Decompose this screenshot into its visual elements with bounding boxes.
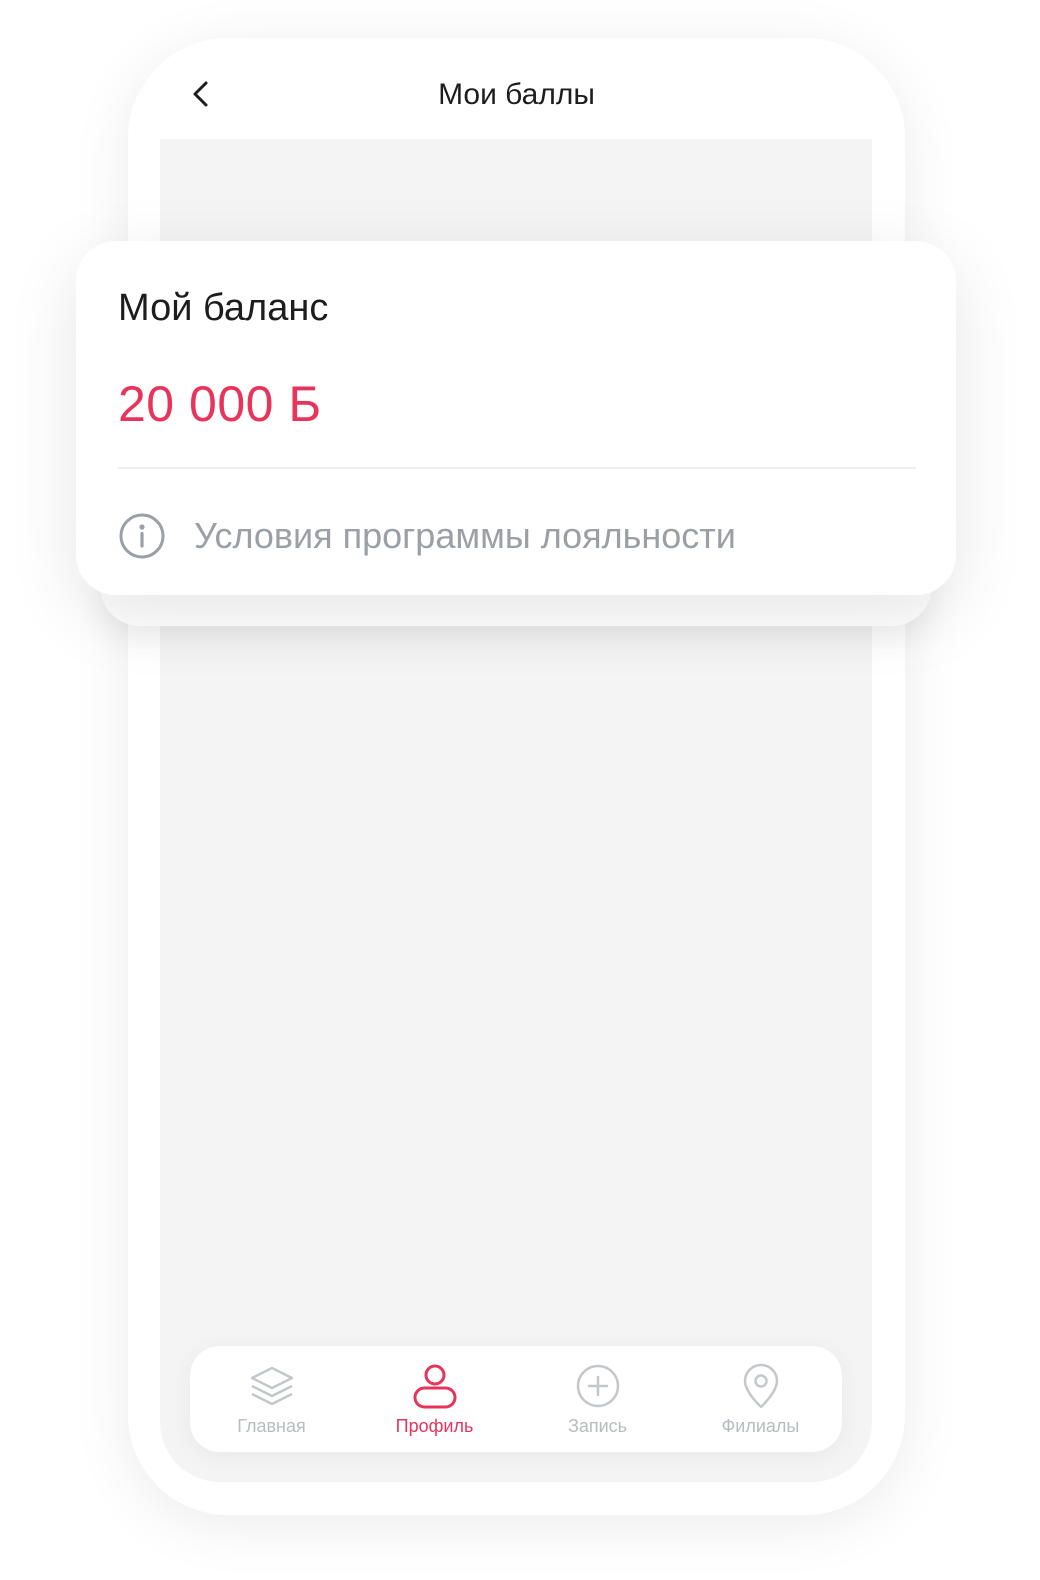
app-header: Мои баллы — [128, 38, 905, 138]
layers-icon — [250, 1366, 293, 1406]
loyalty-terms-label: Условия программы лояльности — [194, 515, 736, 556]
user-icon — [413, 1364, 456, 1409]
balance-value: 20 000 Б — [118, 376, 322, 432]
tab-label: Запись — [567, 1416, 628, 1436]
bottom-tab-bar: Главная Профиль Запись Филиалы — [190, 1346, 842, 1452]
tab-label: Профиль — [395, 1416, 474, 1436]
loyalty-terms-link[interactable]: Условия программы лояльности — [118, 509, 736, 563]
tab-branches[interactable]: Филиалы — [679, 1346, 842, 1452]
tab-label: Филиалы — [721, 1416, 800, 1436]
tab-home[interactable]: Главная — [190, 1346, 353, 1452]
page-title: Мои баллы — [438, 78, 595, 111]
tab-booking[interactable]: Запись — [516, 1346, 679, 1452]
balance-card: Мой баланс 20 000 Б Условия программы ло… — [76, 241, 956, 595]
balance-card-title: Мой баланс — [118, 287, 329, 329]
tab-label: Главная — [237, 1416, 306, 1436]
plus-circle-icon — [576, 1364, 619, 1408]
tab-profile[interactable]: Профиль — [353, 1346, 516, 1452]
map-pin-icon — [743, 1363, 778, 1409]
info-circle-icon — [119, 513, 165, 559]
card-divider — [118, 467, 916, 469]
